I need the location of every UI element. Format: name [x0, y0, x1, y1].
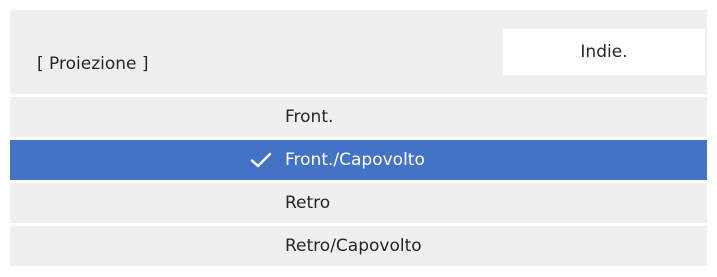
- option-front-ceiling[interactable]: Front./Capovolto: [10, 140, 707, 180]
- option-divider: [10, 266, 707, 267]
- menu-title: [ Proiezione ]: [37, 54, 149, 74]
- projection-options-list: Front. Front./Capovolto Retro Retro/Capo…: [10, 94, 707, 267]
- option-label: Front./Capovolto: [285, 150, 425, 170]
- option-label: Retro: [285, 193, 331, 213]
- menu-header: [ Proiezione ] Indie.: [10, 10, 707, 94]
- option-label: Retro/Capovolto: [285, 236, 422, 256]
- option-rear[interactable]: Retro: [10, 183, 707, 223]
- option-label: Front.: [285, 107, 334, 127]
- back-button[interactable]: Indie.: [503, 29, 705, 75]
- check-icon: [250, 151, 272, 169]
- option-front[interactable]: Front.: [10, 97, 707, 137]
- option-rear-ceiling[interactable]: Retro/Capovolto: [10, 226, 707, 266]
- projection-menu-screen: [ Proiezione ] Indie. Front. Front./Capo…: [0, 0, 717, 277]
